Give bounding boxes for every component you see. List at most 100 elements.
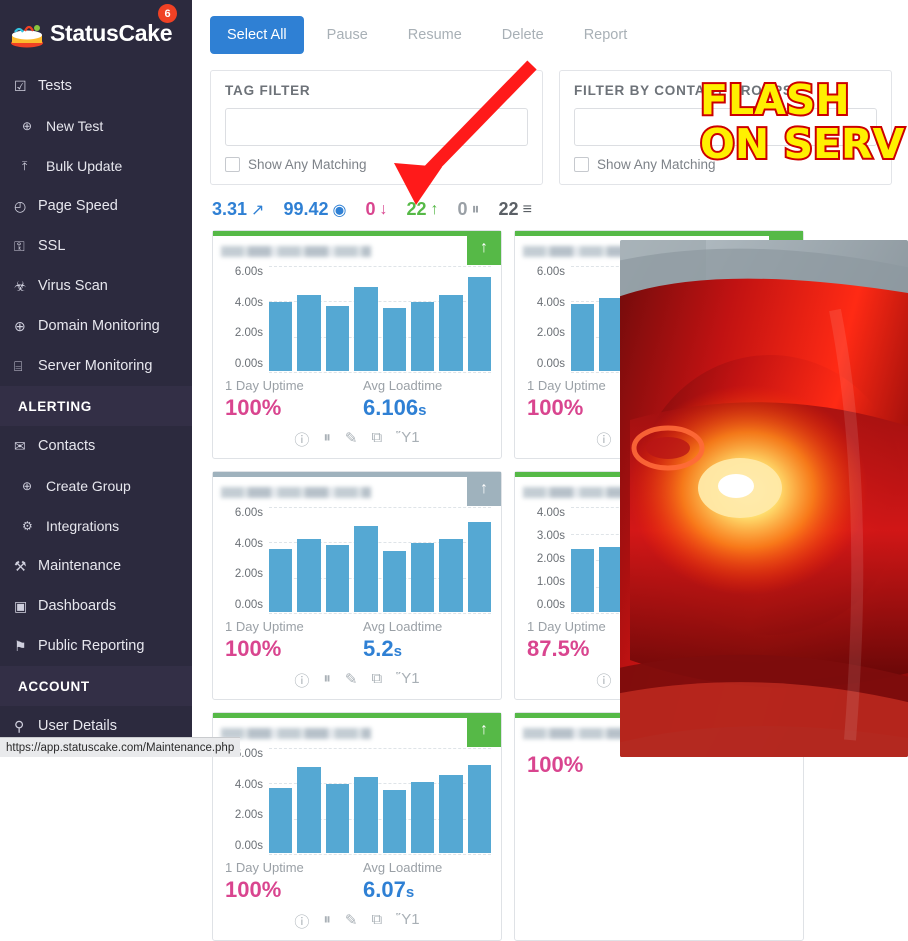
stat-up-count[interactable]: 22 ↑: [406, 199, 438, 220]
pause-icon[interactable]: ⏸: [323, 911, 331, 932]
copy-icon[interactable]: ⧉: [371, 670, 382, 691]
sidebar-item-contacts[interactable]: ✉ Contacts: [0, 426, 192, 466]
sidebar-item-dashboards[interactable]: ▣ Dashboards: [0, 586, 192, 626]
grid-line: [269, 854, 491, 855]
grid-line: [269, 372, 491, 373]
stat-avg-loadtime[interactable]: 3.31 ↗: [212, 199, 264, 220]
filter-panel-title: FILTER BY CONTACT GROUPS: [574, 83, 793, 98]
server-icon: ⌸: [14, 357, 23, 374]
edit-icon[interactable]: ✎: [345, 911, 358, 932]
stat-paused-count[interactable]: 0 ⏸: [458, 199, 480, 220]
user-icon: ⚲: [14, 717, 25, 734]
status-badge[interactable]: ↑: [467, 472, 501, 506]
brand-logo[interactable]: StatusCake 6: [0, 0, 192, 66]
filter-input[interactable]: [225, 108, 528, 146]
test-card-2[interactable]: ↑ 6.00s 4.00s 2.00s 0.00s 1 Day Uptime 100% Avg…: [514, 230, 804, 459]
sidebar-item-label: Page Speed: [38, 198, 118, 214]
pause-icon[interactable]: ⏸: [625, 429, 633, 450]
sidebar: StatusCake 6 ☑ Tests ⊕ New Test ⤒ Bulk Update…: [0, 0, 192, 757]
status-badge[interactable]: ↑: [467, 231, 501, 265]
checkbox-icon[interactable]: [225, 157, 240, 172]
edit-icon[interactable]: ✎: [647, 429, 660, 450]
loadtime-bar-chart: 6.00s 4.00s 2.00s 0.00s: [213, 744, 501, 855]
trash-icon[interactable]: Ὕ1: [698, 429, 721, 450]
trash-icon[interactable]: Ὕ1: [396, 670, 419, 691]
sidebar-item-page-speed[interactable]: ◴ Page Speed: [0, 186, 192, 226]
grid-line: [269, 613, 491, 614]
status-badge[interactable]: ↑: [769, 231, 803, 265]
chart-bar: [467, 521, 491, 612]
status-badge[interactable]: ↑: [467, 713, 501, 747]
uptime-label: 1 Day Uptime: [527, 619, 606, 634]
resume-button[interactable]: Resume: [391, 16, 479, 54]
chart-bar: [325, 544, 350, 612]
sidebar-item-new-test[interactable]: ⊕ New Test: [0, 106, 192, 146]
edit-icon[interactable]: ✎: [647, 670, 660, 691]
trash-icon[interactable]: Ὕ1: [396, 911, 419, 932]
notification-badge[interactable]: 6: [158, 4, 177, 23]
test-card-3[interactable]: ↑ 6.00s 4.00s 2.00s 0.00s 1 Day Uptime 100% Avg…: [212, 471, 502, 700]
pause-icon[interactable]: ⏸: [323, 429, 331, 450]
info-icon[interactable]: ⓘ: [596, 429, 611, 450]
show-any-matching-checkbox[interactable]: Show Any Matching: [225, 157, 528, 172]
stat-total-count[interactable]: 22 ≡: [499, 199, 532, 220]
sidebar-item-tests[interactable]: ☑ Tests: [0, 66, 192, 106]
card-action-row: ⓘ ⏸ ✎ ⧉ Ὕ1: [515, 423, 803, 458]
sidebar-item-public-reporting[interactable]: ⚑ Public Reporting: [0, 626, 192, 666]
edit-icon[interactable]: ✎: [345, 429, 358, 450]
pause-icon[interactable]: ⏸: [625, 670, 633, 691]
test-card-1[interactable]: ↑ 6.00s 4.00s 2.00s 0.00s 1 Day Uptime 100% Avg…: [212, 230, 502, 459]
test-card-4[interactable]: ↑ 4.00s 3.00s 2.00s 1.00s 0.00s 1 Day Uptime 87…: [514, 471, 804, 700]
test-card-6[interactable]: ↑ 100%: [514, 712, 804, 941]
trash-icon[interactable]: Ὕ1: [396, 429, 419, 450]
y-tick-label: 0.00s: [234, 598, 263, 611]
sidebar-item-create-group[interactable]: ⊕ Create Group: [0, 466, 192, 506]
loadtime-value: 3.165s: [665, 636, 803, 662]
select-all-button[interactable]: Select All: [210, 16, 304, 54]
card-metrics: 1 Day Uptime 100% Avg Loadtime 6.106s: [213, 372, 501, 423]
sidebar-item-maintenance[interactable]: ⚒ Maintenance: [0, 546, 192, 586]
uptime-metric: 100%: [527, 750, 665, 778]
stat-value: 3.31: [212, 199, 248, 219]
sidebar-item-bulk-update[interactable]: ⤒ Bulk Update: [0, 146, 192, 186]
chart-bar: [571, 549, 595, 612]
loadtime-label: Avg Loadtime: [665, 378, 745, 393]
copy-icon[interactable]: ⧉: [371, 429, 382, 450]
checkbox-icon[interactable]: [574, 157, 589, 172]
loadtime-metric: Avg Loadtime 6.07s: [363, 860, 501, 903]
chart-bar: [354, 525, 378, 612]
stat-uptime-percent[interactable]: 99.42 ◉: [283, 199, 346, 220]
test-card-5[interactable]: ↑ 6.00s 4.00s 2.00s 0.00s 1 Day Uptime 100% Avg…: [212, 712, 502, 941]
loadtime-metric: Avg Loadtime 5.2s: [363, 619, 501, 662]
list-icon: ≡: [522, 200, 532, 218]
loadtime-number: 5.2: [363, 636, 394, 661]
pause-button[interactable]: Pause: [310, 16, 385, 54]
copy-icon[interactable]: ⧉: [371, 911, 382, 932]
copy-icon[interactable]: ⧉: [673, 429, 684, 450]
copy-icon[interactable]: ⧉: [673, 670, 684, 691]
status-badge[interactable]: ↑: [769, 713, 803, 747]
trash-icon[interactable]: Ὕ1: [698, 670, 721, 691]
info-icon[interactable]: ⓘ: [294, 429, 309, 450]
status-badge[interactable]: ↑: [769, 472, 803, 506]
redacted-test-name: [221, 727, 371, 739]
edit-icon[interactable]: ✎: [345, 670, 358, 691]
report-button[interactable]: Report: [567, 16, 645, 54]
info-icon[interactable]: ⓘ: [294, 670, 309, 691]
stat-down-count[interactable]: 0 ↓: [365, 199, 387, 220]
sidebar-item-server-monitoring[interactable]: ⌸ Server Monitoring: [0, 346, 192, 386]
sidebar-item-integrations[interactable]: ⚙ Integrations: [0, 506, 192, 546]
delete-button[interactable]: Delete: [485, 16, 561, 54]
info-icon[interactable]: ⓘ: [596, 670, 611, 691]
sidebar-item-virus-scan[interactable]: ☣ Virus Scan: [0, 266, 192, 306]
sidebar-item-ssl[interactable]: ⚿ SSL: [0, 226, 192, 266]
sidebar-item-label: Dashboards: [38, 598, 117, 614]
info-icon[interactable]: ⓘ: [294, 911, 309, 932]
chart-y-axis: 6.00s 4.00s 2.00s 0.00s: [217, 507, 269, 613]
pause-icon[interactable]: ⏸: [323, 670, 331, 691]
filter-input[interactable]: [574, 108, 877, 146]
show-any-matching-checkbox[interactable]: Show Any Matching: [574, 157, 877, 172]
chart-bar: [769, 549, 793, 612]
y-tick-label: 0.00s: [234, 839, 263, 852]
sidebar-item-domain-monitoring[interactable]: ⊕ Domain Monitoring: [0, 306, 192, 346]
